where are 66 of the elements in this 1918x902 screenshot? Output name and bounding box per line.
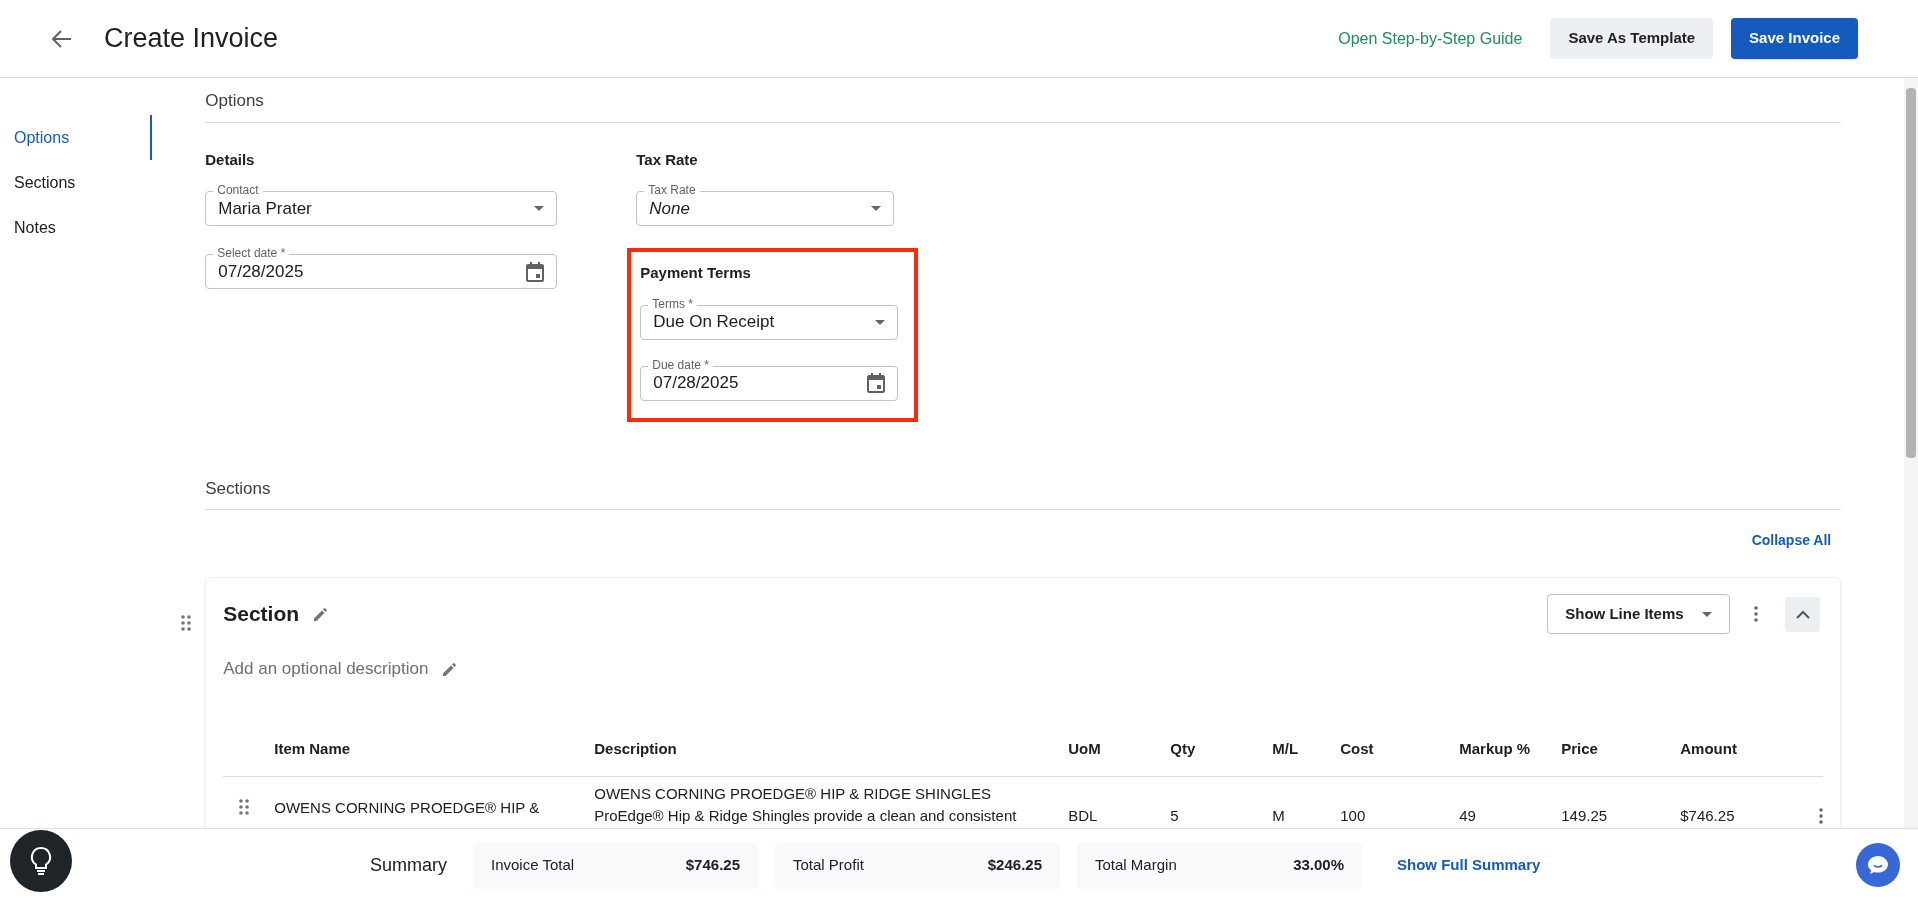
column-header: Markup %: [1459, 738, 1532, 759]
dropdown-caret-icon: [1702, 611, 1713, 617]
description-line: ProEdge® Hip & Ridge Shingles provide a clean and consistent: [594, 805, 1018, 826]
lightbulb-icon: [30, 846, 52, 876]
pencil-icon[interactable]: [442, 660, 459, 677]
pencil-icon[interactable]: [313, 606, 330, 622]
column-header: Item Name: [274, 738, 352, 759]
dropdown-caret-icon: [534, 206, 545, 211]
calendar-icon[interactable]: [867, 373, 886, 393]
summary-card-value: $246.25: [987, 855, 1042, 876]
description-placeholder[interactable]: Add an optional description: [223, 656, 429, 682]
summary-card-label: Total Margin: [1095, 855, 1177, 876]
table-cell: 5: [1170, 806, 1179, 824]
column-header: Description: [594, 738, 678, 759]
group-heading: Payment Terms: [640, 263, 752, 283]
dropdown-caret-icon: [871, 206, 882, 211]
table-cell: 49: [1459, 806, 1476, 824]
scrollbar-thumb[interactable]: [1906, 88, 1917, 458]
field-value: None: [649, 197, 690, 220]
column-header: M/L: [1272, 738, 1300, 759]
chat-bubble-icon: [1867, 855, 1889, 875]
more-options-icon[interactable]: [1754, 606, 1759, 622]
column-header: Qty: [1170, 738, 1197, 759]
column-header: UoM: [1068, 738, 1102, 759]
section-heading: Options: [205, 78, 1842, 123]
more-options-icon[interactable]: [1819, 807, 1824, 824]
collapse-button[interactable]: [1785, 596, 1821, 632]
collapse-all-link[interactable]: Collapse All: [1751, 530, 1832, 551]
save-button[interactable]: Save Invoice: [1731, 18, 1858, 59]
row-drag-handle-icon[interactable]: [239, 798, 250, 815]
template-button[interactable]: Save As Template: [1550, 18, 1714, 59]
page-title: Create Invoice: [104, 22, 279, 56]
calendar-icon[interactable]: [526, 261, 545, 282]
field-value: Maria Prater: [218, 197, 312, 220]
drag-handle-icon[interactable]: [181, 615, 192, 631]
summary-card-label: Total Profit: [793, 855, 864, 876]
column-header: Cost: [1340, 738, 1375, 759]
field-value: 07/28/2025: [218, 260, 304, 283]
summary-card-label: Invoice Total: [491, 855, 575, 876]
sidebar-item[interactable]: Options: [0, 115, 153, 160]
chevron-up-icon: [1795, 609, 1810, 619]
section-title: Section: [223, 601, 300, 628]
table-cell: BDL: [1068, 806, 1098, 824]
description-line: OWENS CORNING PROEDGE® HIP & RIDGE SHINGLES: [594, 783, 992, 804]
back-arrow-icon[interactable]: [52, 29, 72, 48]
table-cell-text: OWENS CORNING PROEDGE® HIP &: [274, 797, 541, 818]
summary-card-value: $746.25: [685, 855, 740, 876]
field-value: 07/28/2025: [653, 372, 739, 395]
column-header: Price: [1561, 738, 1599, 759]
table-cell: 100: [1340, 806, 1366, 824]
summary-label: Summary: [370, 854, 447, 877]
sidebar-item[interactable]: Notes: [0, 205, 153, 250]
section-heading: Sections: [205, 475, 1842, 510]
show-line-items-dropdown[interactable]: Show Line Items: [1547, 594, 1731, 634]
full-summary-link[interactable]: Show Full Summary: [1397, 854, 1541, 877]
table-cell: M: [1272, 806, 1285, 824]
table-cell: $746.25: [1680, 806, 1735, 824]
summary-card-value: 33.00%: [1293, 855, 1344, 876]
column-header: Amount: [1680, 738, 1738, 759]
guide-link[interactable]: Open Step-by-Step Guide: [1338, 26, 1523, 51]
group-heading: Details: [205, 149, 256, 170]
group-heading: Tax Rate: [636, 149, 699, 170]
table-cell: 149.25: [1561, 806, 1608, 824]
dropdown-caret-icon: [875, 319, 886, 325]
sidebar-item[interactable]: Sections: [0, 160, 153, 205]
field-value: Due On Receipt: [653, 311, 775, 334]
